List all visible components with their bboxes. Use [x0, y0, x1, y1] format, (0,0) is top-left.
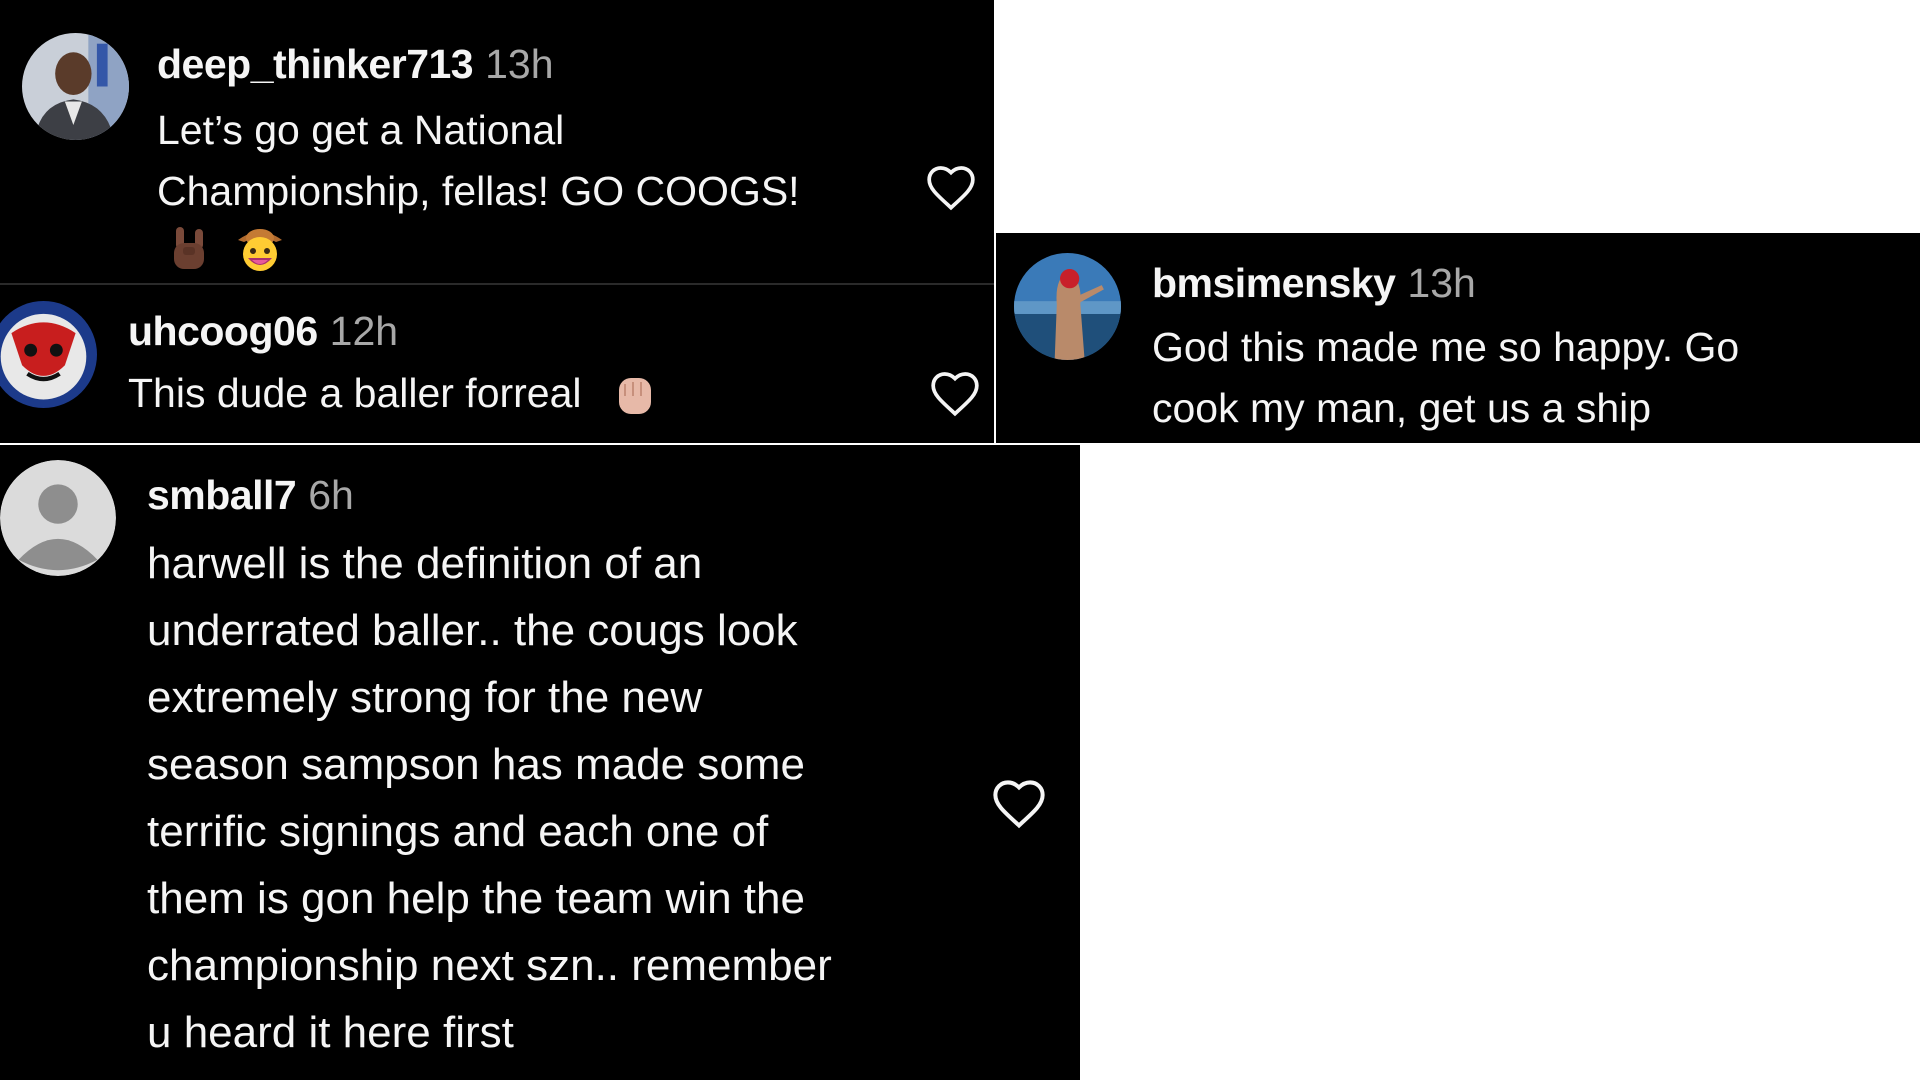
like-heart-icon[interactable]	[990, 777, 1048, 829]
comment-header: deep_thinker713 13h	[157, 44, 554, 85]
comment-text: This dude a baller forreal	[128, 367, 655, 419]
comment-line: God this made me so happy. Go	[1152, 324, 1740, 370]
timestamp: 13h	[485, 41, 554, 87]
like-heart-icon[interactable]	[928, 369, 982, 417]
timestamp: 13h	[1407, 260, 1476, 306]
avatar[interactable]	[0, 301, 97, 408]
comment-line: This dude a baller forreal	[128, 370, 582, 416]
avatar[interactable]	[0, 460, 116, 576]
comment-card: bmsimensky 13h God this made me so happy.…	[996, 233, 1920, 443]
default-avatar-icon	[0, 460, 116, 576]
profile-photo-icon	[0, 301, 97, 408]
comment-card: smball7 6h harwell is the definition of a…	[0, 445, 1080, 1080]
comment-line: harwell is the definition of an	[147, 539, 703, 588]
comment-line: underrated baller.. the cougs look	[147, 606, 798, 655]
comment-line: extremely strong for the new	[147, 673, 703, 722]
username[interactable]: uhcoog06	[128, 308, 318, 354]
avatar[interactable]	[22, 33, 129, 140]
comment-line: championship next szn.. remember	[147, 941, 832, 990]
comment-line: terrific signings and each one of	[147, 807, 769, 856]
like-heart-icon[interactable]	[924, 163, 978, 211]
cowboy-hat-face-emoji	[234, 222, 286, 274]
comment-line: Championship, fellas! GO COOGS!	[157, 168, 800, 214]
username[interactable]: smball7	[147, 472, 297, 518]
comment-card: uhcoog06 12h This dude a baller forreal	[0, 285, 994, 443]
profile-photo-icon	[22, 33, 129, 140]
username[interactable]: bmsimensky	[1152, 260, 1396, 306]
sign-of-the-horns-emoji	[170, 225, 208, 271]
raised-fist-emoji	[615, 374, 655, 418]
avatar[interactable]	[1014, 253, 1121, 360]
comment-header: uhcoog06 12h	[128, 311, 398, 352]
timestamp: 12h	[329, 308, 399, 354]
comment-line: Let’s go get a National	[157, 107, 565, 153]
username[interactable]: deep_thinker713	[157, 41, 474, 87]
profile-photo-icon	[1014, 253, 1121, 360]
comment-text: Let’s go get a National Championship, fe…	[157, 100, 917, 222]
comment-line: u heard it here first	[147, 1008, 514, 1057]
comment-text: harwell is the definition of an underrat…	[147, 530, 1007, 1066]
timestamp: 6h	[308, 472, 354, 518]
comment-text: God this made me so happy. Go cook my ma…	[1152, 317, 1892, 439]
comment-line: them is gon help the team win the	[147, 874, 805, 923]
comment-card: deep_thinker713 13h Let’s go get a Nation…	[0, 0, 994, 283]
comment-line: cook my man, get us a ship	[1152, 385, 1652, 431]
emoji-row	[170, 222, 286, 272]
comment-header: bmsimensky 13h	[1152, 263, 1476, 304]
comment-line: season sampson has made some	[147, 740, 805, 789]
comment-header: smball7 6h	[147, 475, 354, 516]
